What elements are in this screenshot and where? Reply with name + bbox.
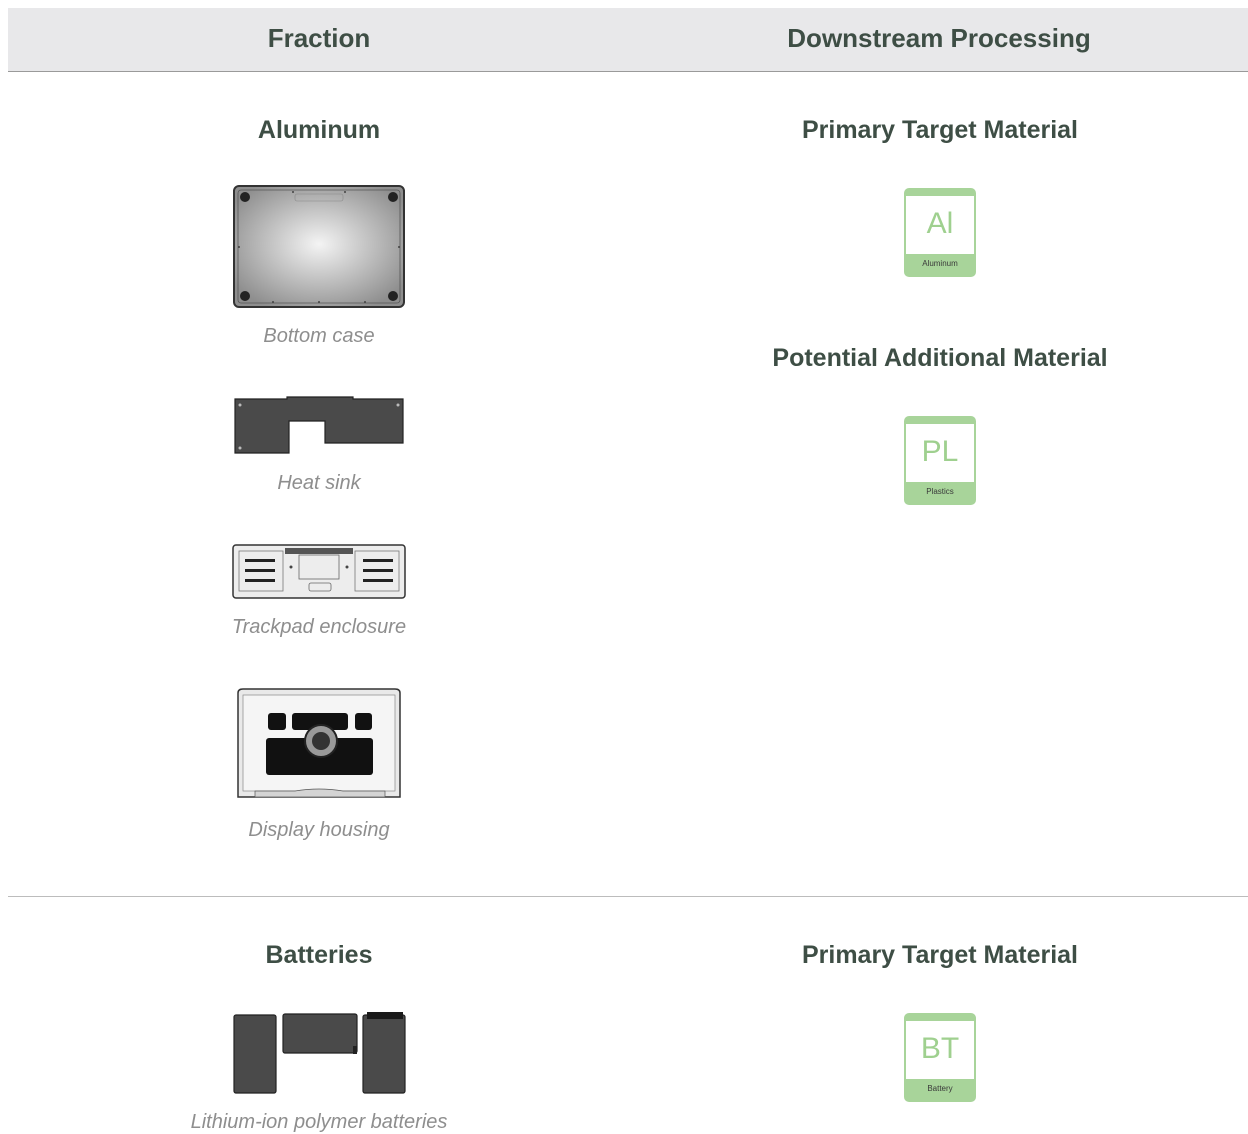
fraction-title-aluminum: Aluminum: [257, 116, 381, 144]
fraction-column-header: Fraction: [267, 23, 371, 53]
section-divider: [8, 896, 1248, 897]
badge-label: Aluminum: [922, 259, 958, 268]
caption-heat-sink: Heat sink: [277, 472, 361, 494]
aluminum-badge: Al Aluminum: [904, 188, 976, 277]
badge-symbol: Al: [926, 207, 954, 240]
caption-display-housing: Display housing: [248, 819, 390, 841]
table-header: Fraction Downstream Processing: [8, 8, 1248, 72]
battery-badge: BT Battery: [904, 1013, 976, 1102]
heat-sink-image: [234, 396, 404, 454]
badge-symbol: BT: [920, 1032, 960, 1065]
downstream-column-header: Downstream Processing: [787, 23, 1091, 53]
badge-symbol: PL: [921, 435, 959, 468]
trackpad-enclosure-image: [232, 544, 406, 599]
fraction-title-batteries: Batteries: [265, 941, 373, 969]
badge-label: Plastics: [926, 487, 954, 496]
primary-target-heading: Primary Target Material: [801, 941, 1079, 969]
bottom-case-image: [233, 185, 405, 308]
caption-trackpad-enclosure: Trackpad enclosure: [231, 616, 407, 638]
display-housing-image: [237, 688, 401, 798]
batteries-image: [233, 1012, 406, 1094]
primary-target-heading: Primary Target Material: [801, 116, 1079, 144]
caption-bottom-case: Bottom case: [263, 325, 375, 347]
badge-label: Battery: [927, 1084, 953, 1093]
potential-additional-heading: Potential Additional Material: [772, 344, 1108, 372]
plastics-badge: PL Plastics: [904, 416, 976, 505]
caption-batteries: Lithium-ion polymer batteries: [190, 1111, 448, 1133]
